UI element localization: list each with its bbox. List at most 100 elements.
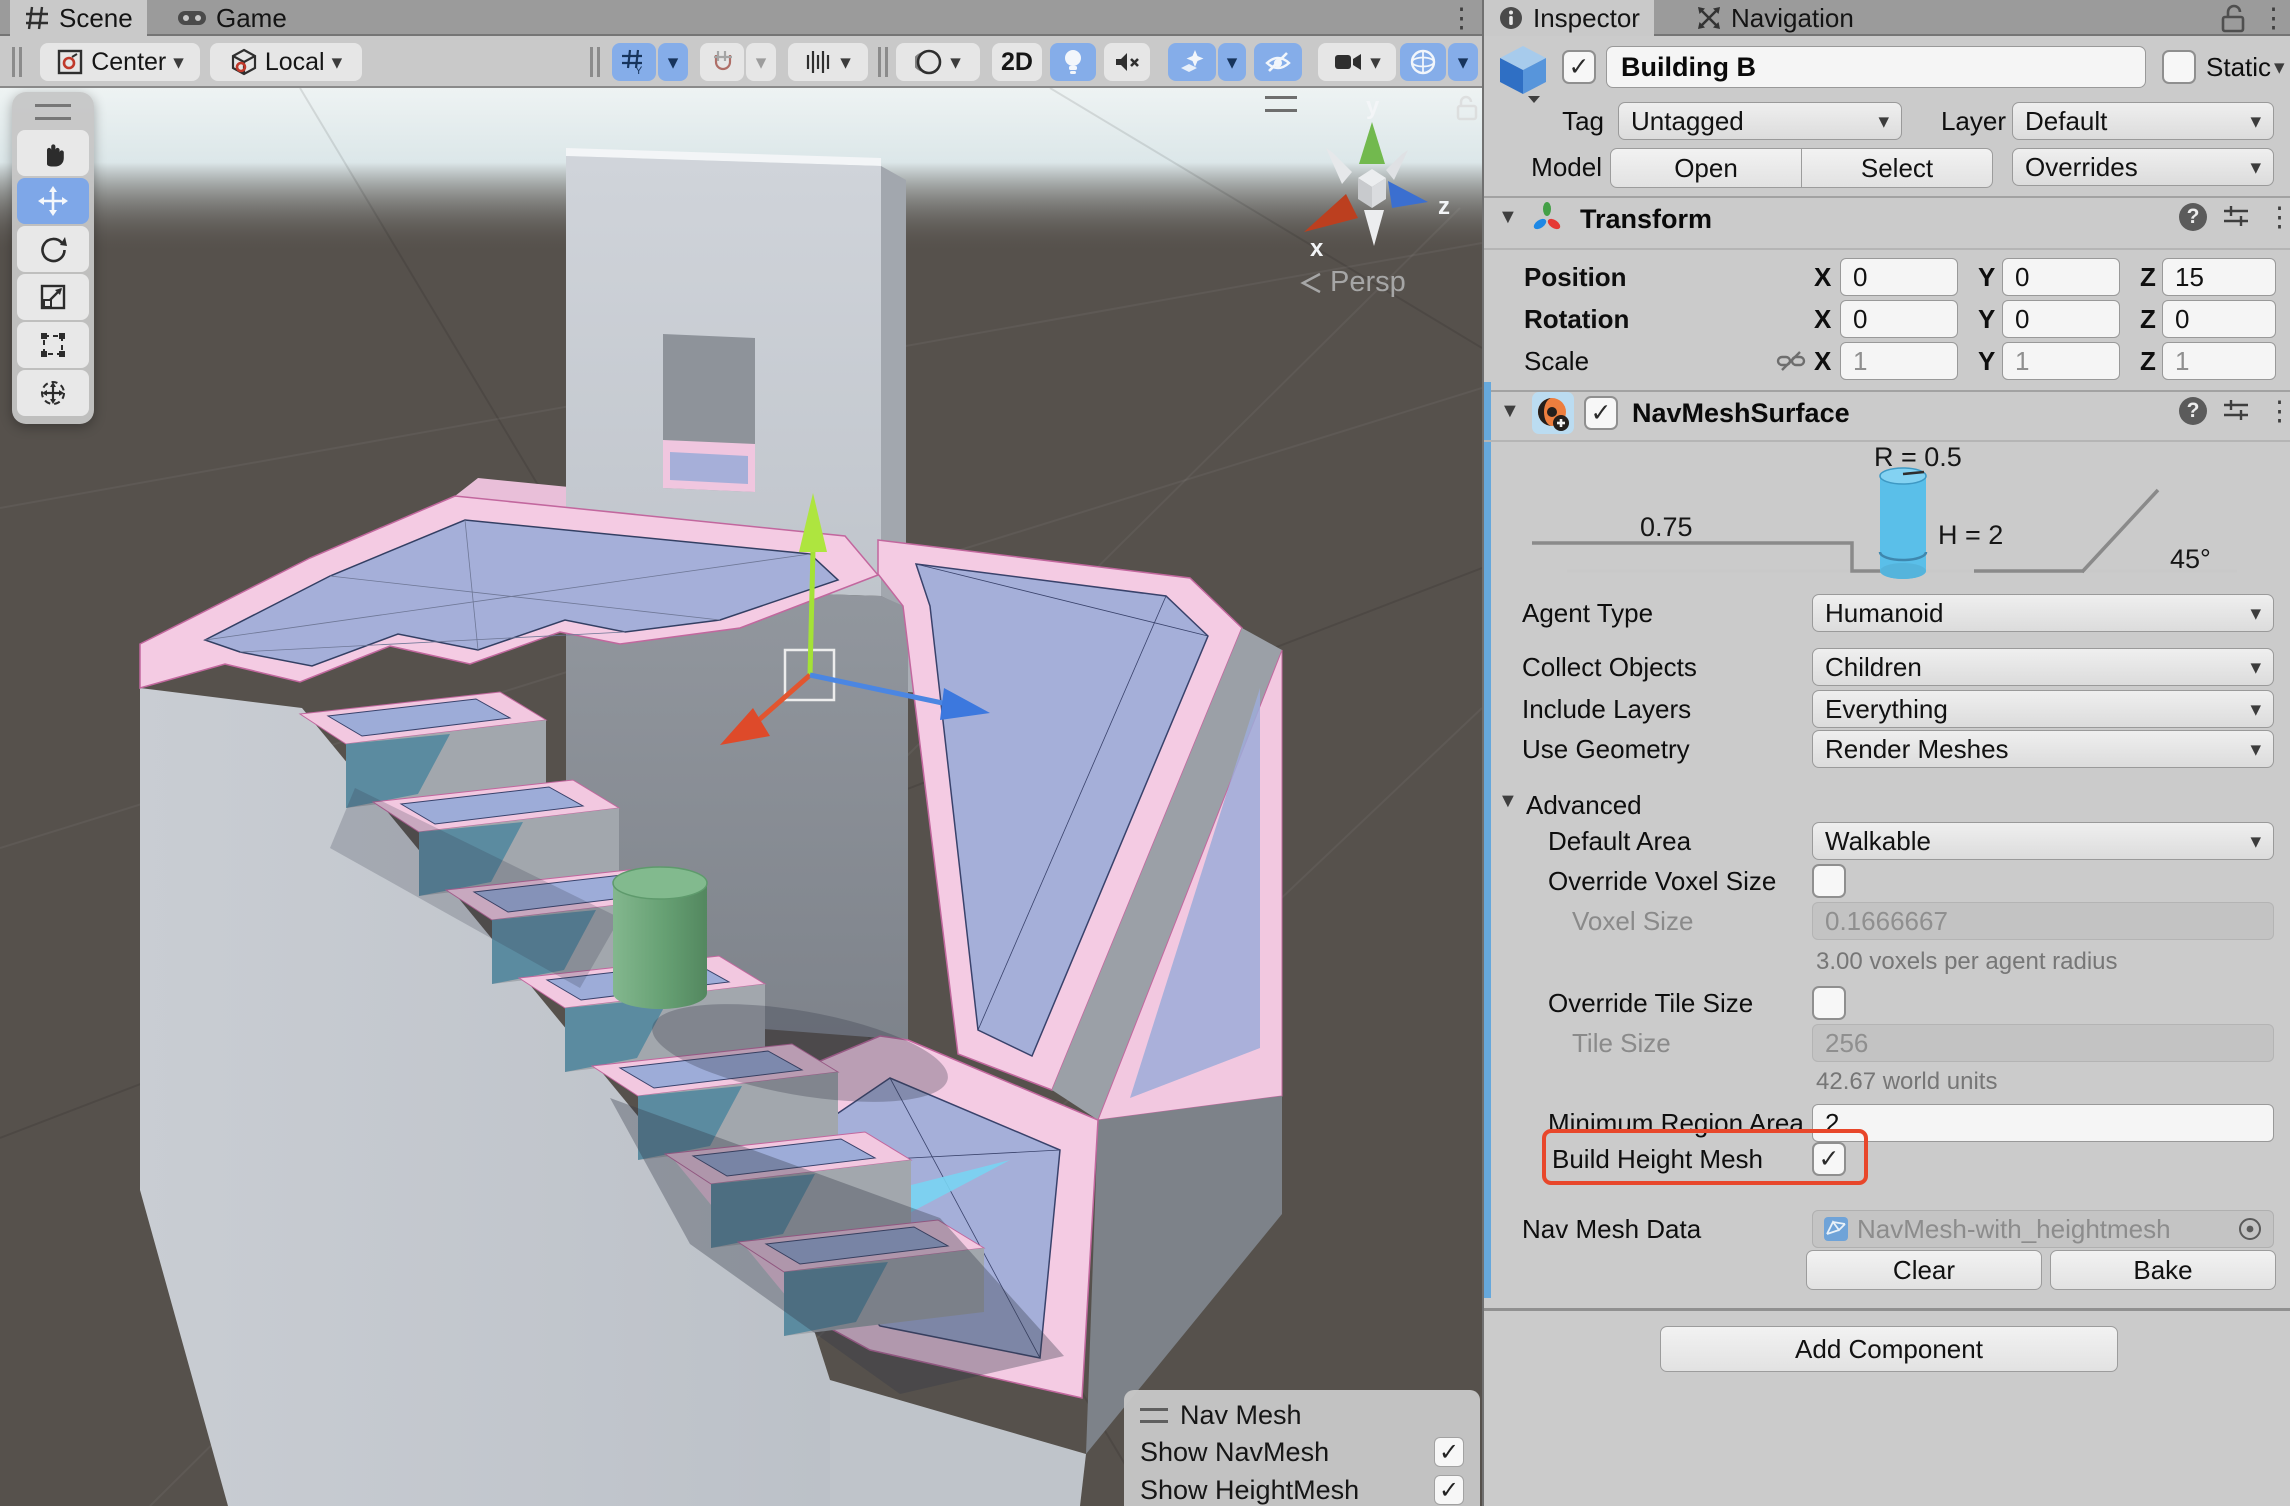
projection-toggle[interactable]: Persp	[1300, 266, 1406, 299]
inspector-menu-icon[interactable]: ⋮	[2260, 2, 2287, 34]
navmeshsurface-enabled-checkbox[interactable]: ✓	[1584, 396, 1618, 430]
scale-icon	[38, 282, 68, 312]
rect-tool-button[interactable]	[17, 322, 89, 368]
model-select-button[interactable]: Select	[1801, 148, 1993, 188]
static-caret-icon[interactable]: ▾	[2274, 57, 2285, 78]
collect-objects-dropdown[interactable]: Children ▾	[1812, 648, 2274, 686]
gizmos-toggle-button[interactable]	[1400, 43, 1446, 81]
nav-mesh-data-field[interactable]: NavMesh-with_heightmesh	[1812, 1210, 2274, 1248]
override-voxel-size-checkbox[interactable]	[1812, 864, 1846, 898]
override-voxel-size-label: Override Voxel Size	[1548, 862, 1776, 900]
tag-dropdown[interactable]: Untagged ▾	[1618, 102, 1902, 140]
model-open-button[interactable]: Open	[1610, 148, 1802, 188]
view-tool-button[interactable]	[17, 130, 89, 176]
transform-tool-button[interactable]	[17, 370, 89, 416]
gizmos-caret-icon: ▾	[1458, 52, 1469, 73]
clear-button[interactable]: Clear	[1806, 1250, 2042, 1290]
transform-help-icon[interactable]: ?	[2178, 202, 2208, 232]
tile-size-field: 256	[1812, 1024, 2274, 1062]
orientation-gizmo[interactable]: y x z	[1262, 94, 1482, 264]
transform-presets-icon[interactable]	[2222, 204, 2250, 230]
visibility-toggle-button[interactable]	[1254, 43, 1302, 81]
scene-3d-render	[0, 88, 1482, 1506]
include-layers-dropdown[interactable]: Everything ▾	[1812, 690, 2274, 728]
move-tool-button[interactable]	[17, 178, 89, 224]
overrides-caret-icon: ▾	[2250, 157, 2261, 178]
nav-mesh-data-value: NavMesh-with_heightmesh	[1857, 1214, 2171, 1245]
draw-mode-dropdown[interactable]: ▾	[896, 43, 980, 81]
grid-caret-icon: ▾	[668, 52, 679, 73]
effects-toggle-button[interactable]	[1168, 43, 1216, 81]
navmeshsurface-foldout[interactable]: ▼	[1500, 400, 1520, 423]
tab-scene[interactable]: Scene	[10, 0, 147, 36]
position-y-axis-label: Y	[1978, 258, 1995, 296]
scale-link-icon[interactable]	[1776, 348, 1806, 374]
orientation-dropdown[interactable]: Local ▾	[210, 43, 362, 81]
tab-inspector[interactable]: Inspector	[1484, 0, 1654, 36]
inspector-panel: Inspector Navigation ⋮	[1482, 0, 2290, 1506]
object-picker-icon[interactable]	[2237, 1216, 2263, 1242]
scale-x-field[interactable]: 1	[1840, 342, 1958, 380]
layer-dropdown[interactable]: Default ▾	[2012, 102, 2274, 140]
bake-button[interactable]: Bake	[2050, 1250, 2276, 1290]
override-tile-size-checkbox[interactable]	[1812, 986, 1846, 1020]
default-area-dropdown[interactable]: Walkable ▾	[1812, 822, 2274, 860]
gameobject-enabled-checkbox[interactable]: ✓	[1562, 50, 1596, 84]
gizmos-caret-button[interactable]: ▾	[1448, 43, 1478, 81]
voxel-size-field: 0.1666667	[1812, 902, 2274, 940]
show-navmesh-checkbox[interactable]: ✓	[1434, 1437, 1464, 1467]
2d-toggle-button[interactable]: 2D	[992, 43, 1042, 81]
local-cube-icon	[230, 48, 258, 76]
snap-increment-caret-button[interactable]: ▾	[746, 43, 776, 81]
use-geometry-dropdown[interactable]: Render Meshes ▾	[1812, 730, 2274, 768]
position-y-field[interactable]: 0	[2002, 258, 2120, 296]
camera-settings-dropdown[interactable]: ▾	[1318, 43, 1396, 81]
transform-foldout[interactable]: ▼	[1498, 206, 1518, 229]
agent-type-dropdown[interactable]: Humanoid ▾	[1812, 594, 2274, 632]
scene-tab-menu-icon[interactable]: ⋮	[1448, 2, 1475, 34]
scene-viewport[interactable]: y x z Persp Nav Mesh Show NavMesh ✓ Show…	[0, 88, 1482, 1506]
rotation-y-field[interactable]: 0	[2002, 300, 2120, 338]
prefab-cube-icon[interactable]	[1498, 44, 1548, 104]
audio-mute-button[interactable]	[1104, 43, 1150, 81]
gizmo-lock-icon[interactable]	[1458, 97, 1476, 119]
navmeshsurface-presets-icon[interactable]	[2222, 398, 2250, 424]
add-component-button[interactable]: Add Component	[1660, 1326, 2118, 1372]
position-z-field[interactable]: 15	[2162, 258, 2276, 296]
rotation-x-field[interactable]: 0	[1840, 300, 1958, 338]
scale-z-field[interactable]: 1	[2162, 342, 2276, 380]
rotation-z-field[interactable]: 0	[2162, 300, 2276, 338]
tab-navigation[interactable]: Navigation	[1682, 0, 1868, 36]
measure-tool-button[interactable]: ▾	[788, 43, 868, 81]
lock-icon[interactable]	[2220, 4, 2246, 34]
agent-step-label: 0.75	[1640, 512, 1693, 542]
pivot-mode-dropdown[interactable]: Center ▾	[40, 43, 200, 81]
show-heightmesh-checkbox[interactable]: ✓	[1434, 1475, 1464, 1505]
rotate-tool-button[interactable]	[17, 226, 89, 272]
navmeshsurface-help-icon[interactable]: ?	[2178, 396, 2208, 426]
scale-y-field[interactable]: 1	[2002, 342, 2120, 380]
minimum-region-area-field[interactable]: 2	[1812, 1104, 2274, 1142]
tab-game[interactable]: Game	[163, 0, 301, 36]
lighting-toggle-button[interactable]	[1050, 43, 1096, 81]
transform-menu-icon[interactable]: ⋮	[2266, 202, 2290, 233]
grid-snap-button[interactable]: Y	[612, 43, 656, 81]
svg-text:Y: Y	[635, 65, 643, 75]
palette-drag-handle[interactable]	[35, 104, 71, 120]
gameobject-name-field[interactable]	[1606, 46, 2146, 88]
navmeshsurface-menu-icon[interactable]: ⋮	[2266, 396, 2290, 427]
scale-tool-button[interactable]	[17, 274, 89, 320]
position-label: Position	[1524, 258, 1627, 296]
snap-increment-button[interactable]	[700, 43, 744, 81]
tab-inspector-label: Inspector	[1533, 3, 1640, 34]
overrides-dropdown[interactable]: Overrides ▾	[2012, 148, 2274, 186]
static-checkbox[interactable]	[2162, 50, 2196, 84]
position-x-field[interactable]: 0	[1840, 258, 1958, 296]
toolbar-drag-handle[interactable]	[12, 47, 22, 77]
navmesh-overlay-handle[interactable]	[1140, 1408, 1168, 1423]
advanced-foldout[interactable]: ▼	[1498, 790, 1518, 813]
model-open-label: Open	[1674, 153, 1738, 184]
scale-y-axis-label: Y	[1978, 342, 1995, 380]
effects-caret-button[interactable]: ▾	[1218, 43, 1246, 81]
grid-snap-caret-button[interactable]: ▾	[658, 43, 688, 81]
